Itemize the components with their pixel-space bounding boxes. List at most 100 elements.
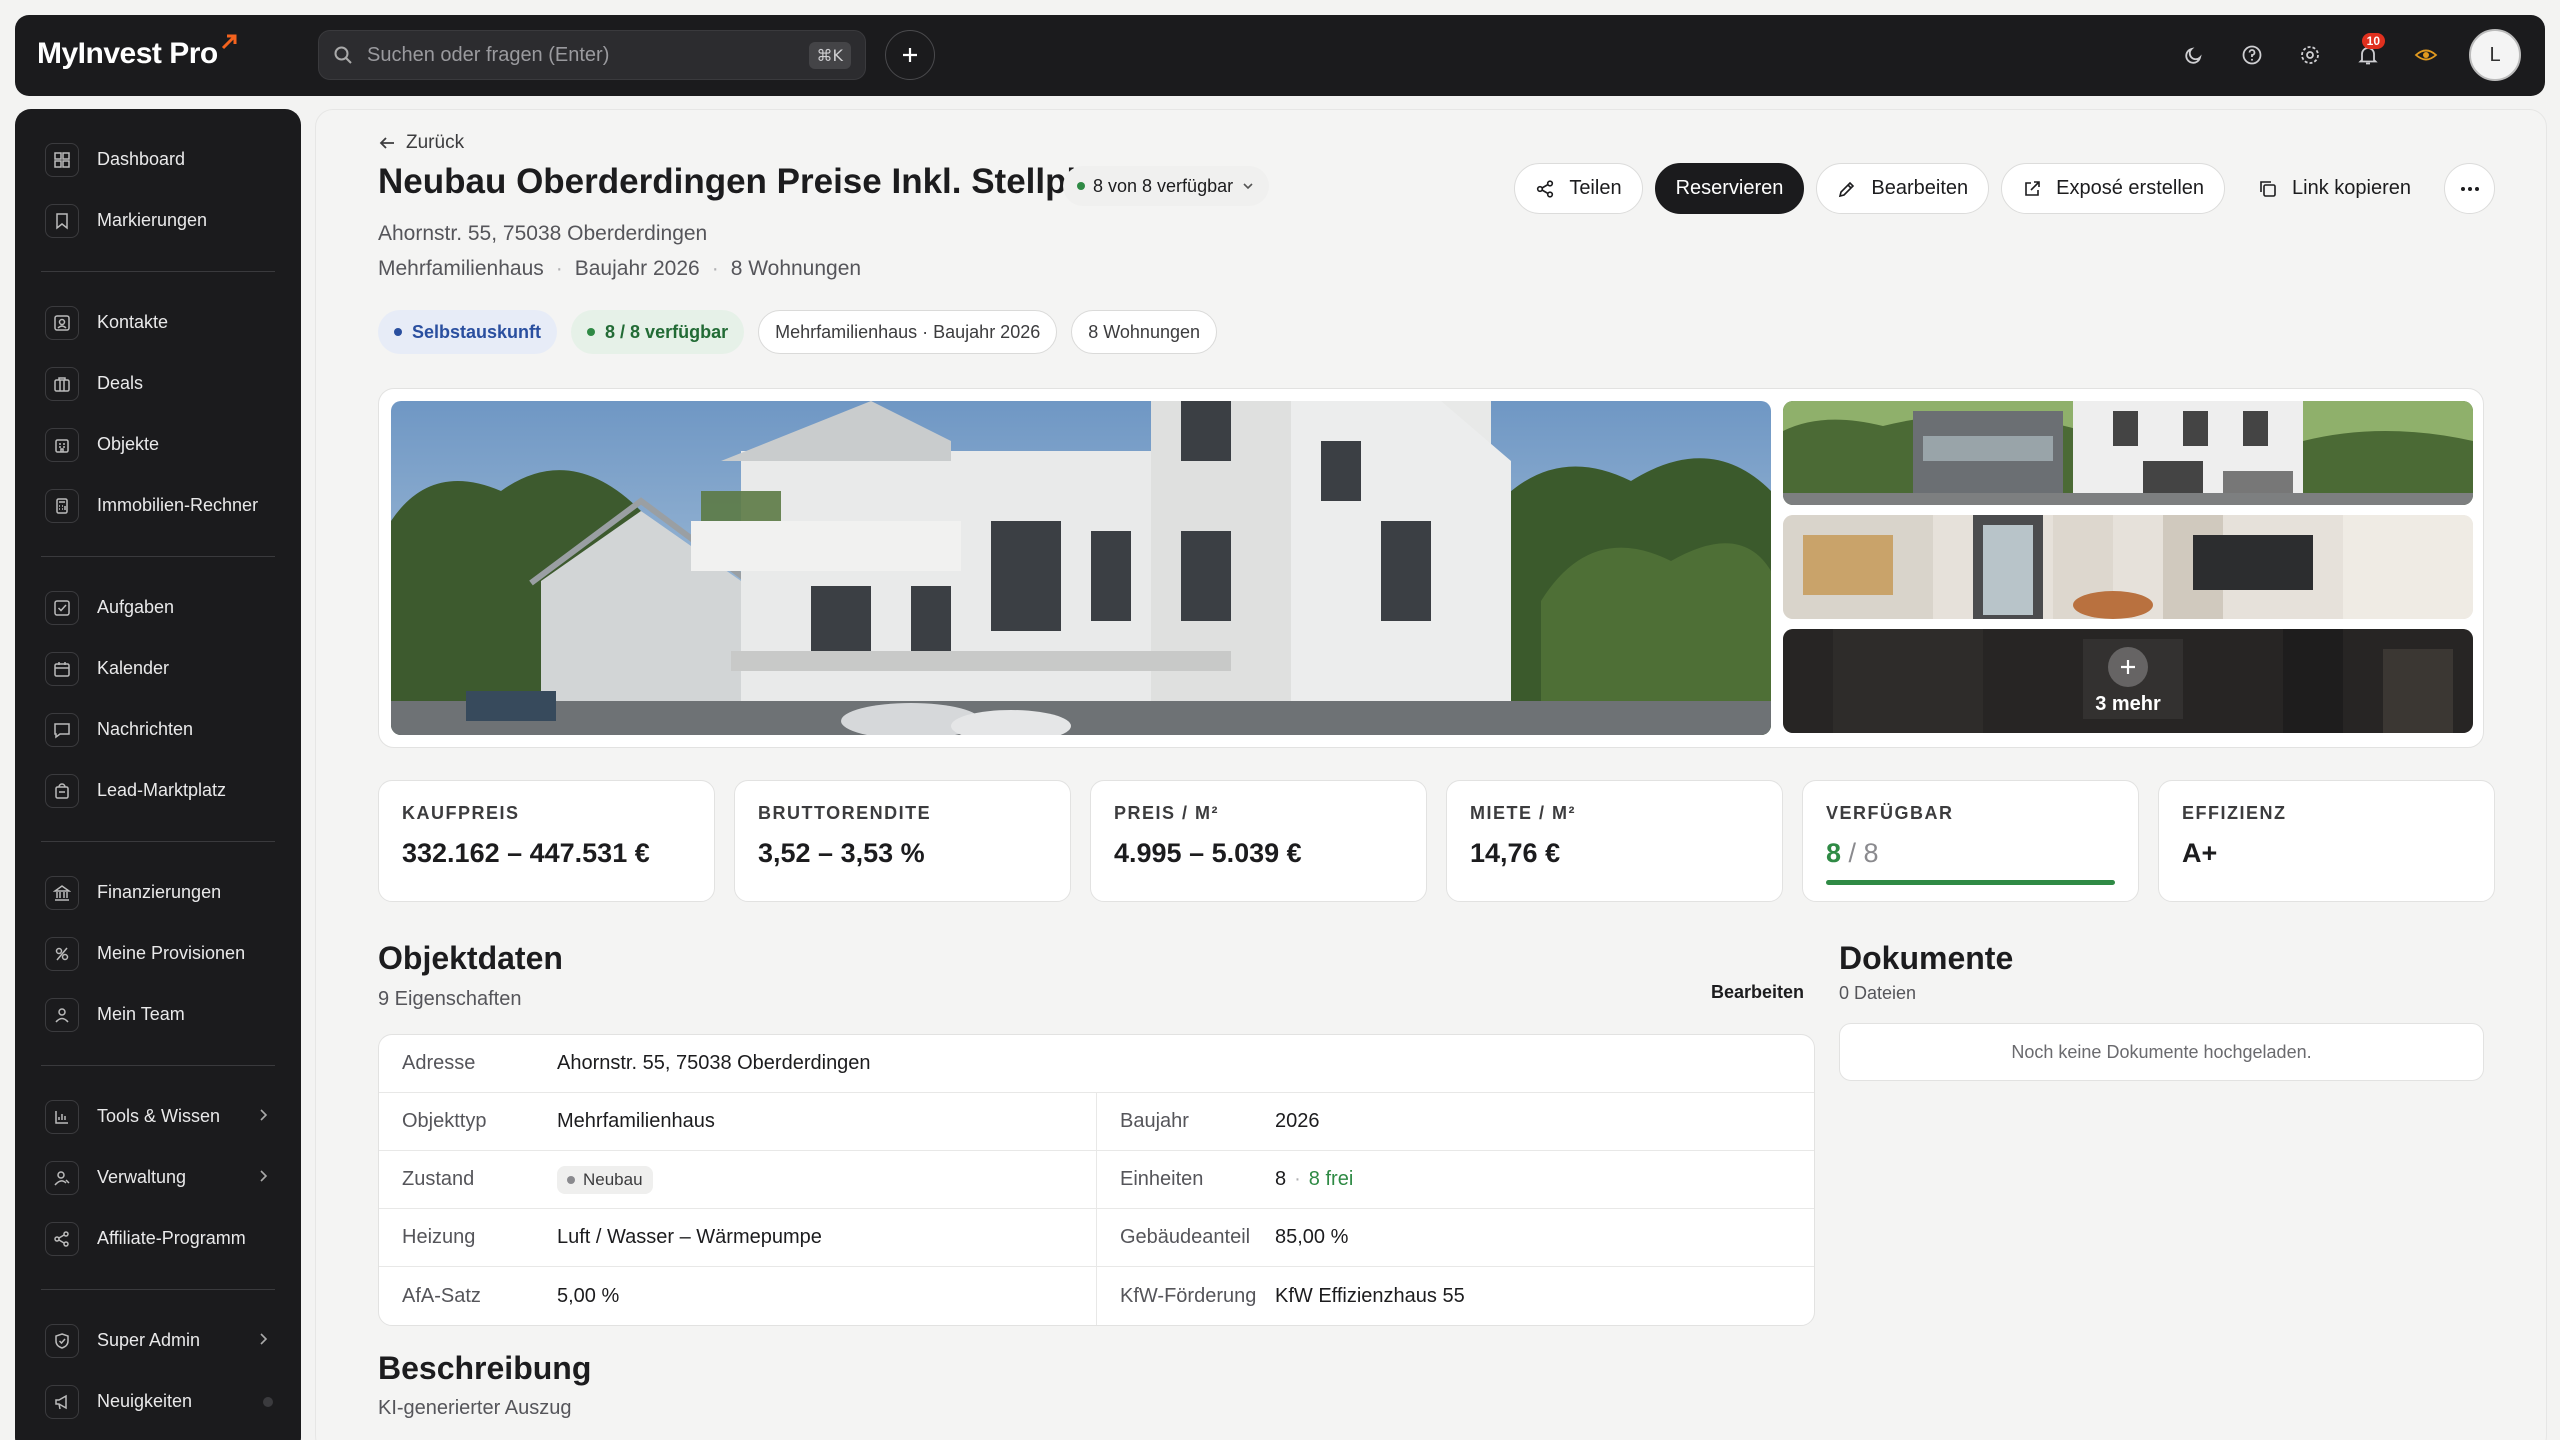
external-link-icon xyxy=(2025,180,2040,196)
sidebar-item-label: Meine Provisionen xyxy=(97,943,246,963)
kpi-card-effizienz: Effizienz A+ xyxy=(2158,780,2495,902)
property-value: Neubau xyxy=(557,1165,653,1194)
user-avatar[interactable]: L xyxy=(2469,29,2521,81)
availability-label: 8 von 8 verfügbar xyxy=(1093,175,1234,196)
sidebar-item-mein-team[interactable]: Mein Team xyxy=(15,984,301,1045)
sidebar-item-finanzierungen[interactable]: Finanzierungen xyxy=(15,862,301,923)
sidebar-item-objekte[interactable]: Objekte xyxy=(15,414,301,475)
sidebar-item-label: Aufgaben xyxy=(97,597,175,617)
more-options-button[interactable] xyxy=(2444,163,2495,214)
share-label: Teilen xyxy=(1569,177,1622,199)
dokumente-subtitle: 0 Dateien xyxy=(1839,983,1917,1003)
gallery-main-image[interactable] xyxy=(391,401,1771,735)
sidebar-item-affiliate-programm[interactable]: Affiliate-Programm xyxy=(15,1208,301,1269)
shield-icon xyxy=(45,1323,79,1358)
sidebar-divider xyxy=(41,1289,275,1290)
property-value: 2026 xyxy=(1275,1110,1320,1132)
action-bar: Teilen Reservieren Bearbeiten Exposé ers… xyxy=(1514,163,2495,214)
edit-button[interactable]: Bearbeiten xyxy=(1816,163,1990,214)
sidebar-item-nachrichten[interactable]: Nachrichten xyxy=(15,699,301,760)
sidebar-item-kontakte[interactable]: Kontakte xyxy=(15,292,301,353)
kpi-card-verfuegbar: Verfügbar 8 / 8 xyxy=(1802,780,2139,902)
sidebar-item-dashboard[interactable]: Dashboard xyxy=(15,129,301,190)
condition-label: Neubau xyxy=(583,1169,643,1189)
value-separator: · xyxy=(1294,1168,1301,1190)
theme-toggle-button[interactable] xyxy=(2165,29,2223,81)
copy-link-label: Link kopieren xyxy=(2292,177,2411,199)
kpi-value: 332.162 – 447.531 € xyxy=(402,838,650,868)
settings-button[interactable] xyxy=(2281,29,2339,81)
status-dot xyxy=(1077,182,1085,190)
more-images-overlay[interactable]: 3 mehr xyxy=(1783,629,2473,733)
expose-label: Exposé erstellen xyxy=(2056,177,2205,199)
create-expose-button[interactable]: Exposé erstellen xyxy=(2001,163,2226,214)
chevron-right-icon xyxy=(260,1170,268,1182)
reserve-button[interactable]: Reservieren xyxy=(1654,163,1805,214)
plus-icon xyxy=(903,48,917,62)
contacts-icon xyxy=(45,305,79,340)
sidebar-item-label: Lead-Marktplatz xyxy=(97,780,227,800)
gallery-thumbnail[interactable] xyxy=(1783,515,2473,619)
back-link[interactable]: Zurück xyxy=(378,132,464,154)
gallery-more-thumbnail[interactable]: 3 mehr xyxy=(1783,629,2473,733)
meta-separator: · xyxy=(555,257,563,280)
self-info-label: Selbstauskunft xyxy=(412,321,542,342)
property-key: Gebäudeanteil xyxy=(1120,1226,1251,1248)
self-info-chip[interactable]: Selbstauskunft xyxy=(378,310,558,354)
kpi-value: 4.995 – 5.039 € xyxy=(1114,838,1302,868)
sidebar-item-deals[interactable]: Deals xyxy=(15,353,301,414)
chevron-right-icon xyxy=(260,1333,268,1345)
objektdaten-subtitle: 9 Eigenschaften xyxy=(378,988,522,1010)
availability-dropdown[interactable]: 8 von 8 verfügbar xyxy=(1063,166,1270,206)
property-value: Ahornstr. 55, 75038 Oberderdingen xyxy=(557,1052,871,1074)
property-key: Baujahr xyxy=(1120,1110,1189,1132)
top-bar: MyInvest Pro Suchen oder fragen (Enter) … xyxy=(15,15,2545,96)
more-horizontal-icon xyxy=(2460,186,2479,191)
sidebar-item-lead-marktplatz[interactable]: Lead-Marktplatz xyxy=(15,760,301,821)
kpi-label: Kaufpreis xyxy=(402,803,520,823)
sidebar-item-verwaltung[interactable]: Verwaltung xyxy=(15,1147,301,1208)
marketplace-icon xyxy=(45,773,79,808)
add-button[interactable] xyxy=(885,30,935,80)
page-title: Neubau Oberderdingen Preise Inkl. Stellp… xyxy=(378,162,1125,201)
share-icon xyxy=(1537,179,1554,198)
kpi-available: 8 xyxy=(1826,838,1842,868)
property-value: 85,00 % xyxy=(1275,1226,1349,1248)
calculator-icon xyxy=(45,488,79,523)
tag-dot xyxy=(567,1175,575,1184)
sidebar-item-meine-provisionen[interactable]: Meine Provisionen xyxy=(15,923,301,984)
table-row: Heizung Luft / Wasser – Wärmepumpe Gebäu… xyxy=(379,1209,1814,1267)
availability-chip-label: 8 / 8 verfügbar xyxy=(605,321,729,342)
property-key: AfA-Satz xyxy=(402,1284,481,1307)
sidebar-item-neuigkeiten[interactable]: Neuigkeiten xyxy=(15,1371,301,1432)
sidebar-group-4: Finanzierungen Meine Provisionen Mein Te… xyxy=(15,862,301,1045)
brand-name: MyInvest Pro xyxy=(37,37,218,70)
sidebar-item-super-admin[interactable]: Super Admin xyxy=(15,1310,301,1371)
sidebar-item-tools-wissen[interactable]: Tools & Wissen xyxy=(15,1086,301,1147)
sidebar-item-markierungen[interactable]: Markierungen xyxy=(15,190,301,251)
copy-link-button[interactable]: Link kopieren xyxy=(2237,163,2432,214)
help-button[interactable] xyxy=(2223,29,2281,81)
table-row: AfA-Satz 5,00 % KfW-Förderung KfW Effizi… xyxy=(379,1267,1814,1325)
pencil-icon xyxy=(1839,181,1855,197)
app-logo[interactable]: MyInvest Pro xyxy=(37,34,238,71)
visibility-button[interactable] xyxy=(2397,29,2455,81)
objektdaten-edit-button[interactable]: Bearbeiten xyxy=(1711,982,1804,1003)
table-cell: KfW-Förderung KfW Effizienzhaus 55 xyxy=(1097,1267,1814,1325)
sidebar-item-immobilien-rechner[interactable]: Immobilien-Rechner xyxy=(15,475,301,536)
documents-empty-state: Noch keine Dokumente hochgeladen. xyxy=(1839,1023,2484,1081)
units-free: 8 frei xyxy=(1308,1168,1354,1190)
units-chip: 8 Wohnungen xyxy=(1071,310,1217,354)
notifications-button[interactable]: 10 xyxy=(2339,29,2397,81)
sidebar-item-label: Nachrichten xyxy=(97,719,194,739)
property-value: Luft / Wasser – Wärmepumpe xyxy=(557,1226,822,1248)
gallery-thumbnail[interactable] xyxy=(1783,401,2473,505)
property-value: 8 · 8 frei xyxy=(1275,1168,1353,1191)
share-button[interactable]: Teilen xyxy=(1514,163,1643,214)
sidebar-divider xyxy=(41,841,275,842)
sidebar-item-aufgaben[interactable]: Aufgaben xyxy=(15,577,301,638)
search-input[interactable]: Suchen oder fragen (Enter) ⌘K xyxy=(318,30,866,80)
sidebar-item-kalender[interactable]: Kalender xyxy=(15,638,301,699)
sidebar-item-label: Super Admin xyxy=(97,1330,201,1350)
units-label: 8 Wohnungen xyxy=(1088,321,1200,342)
